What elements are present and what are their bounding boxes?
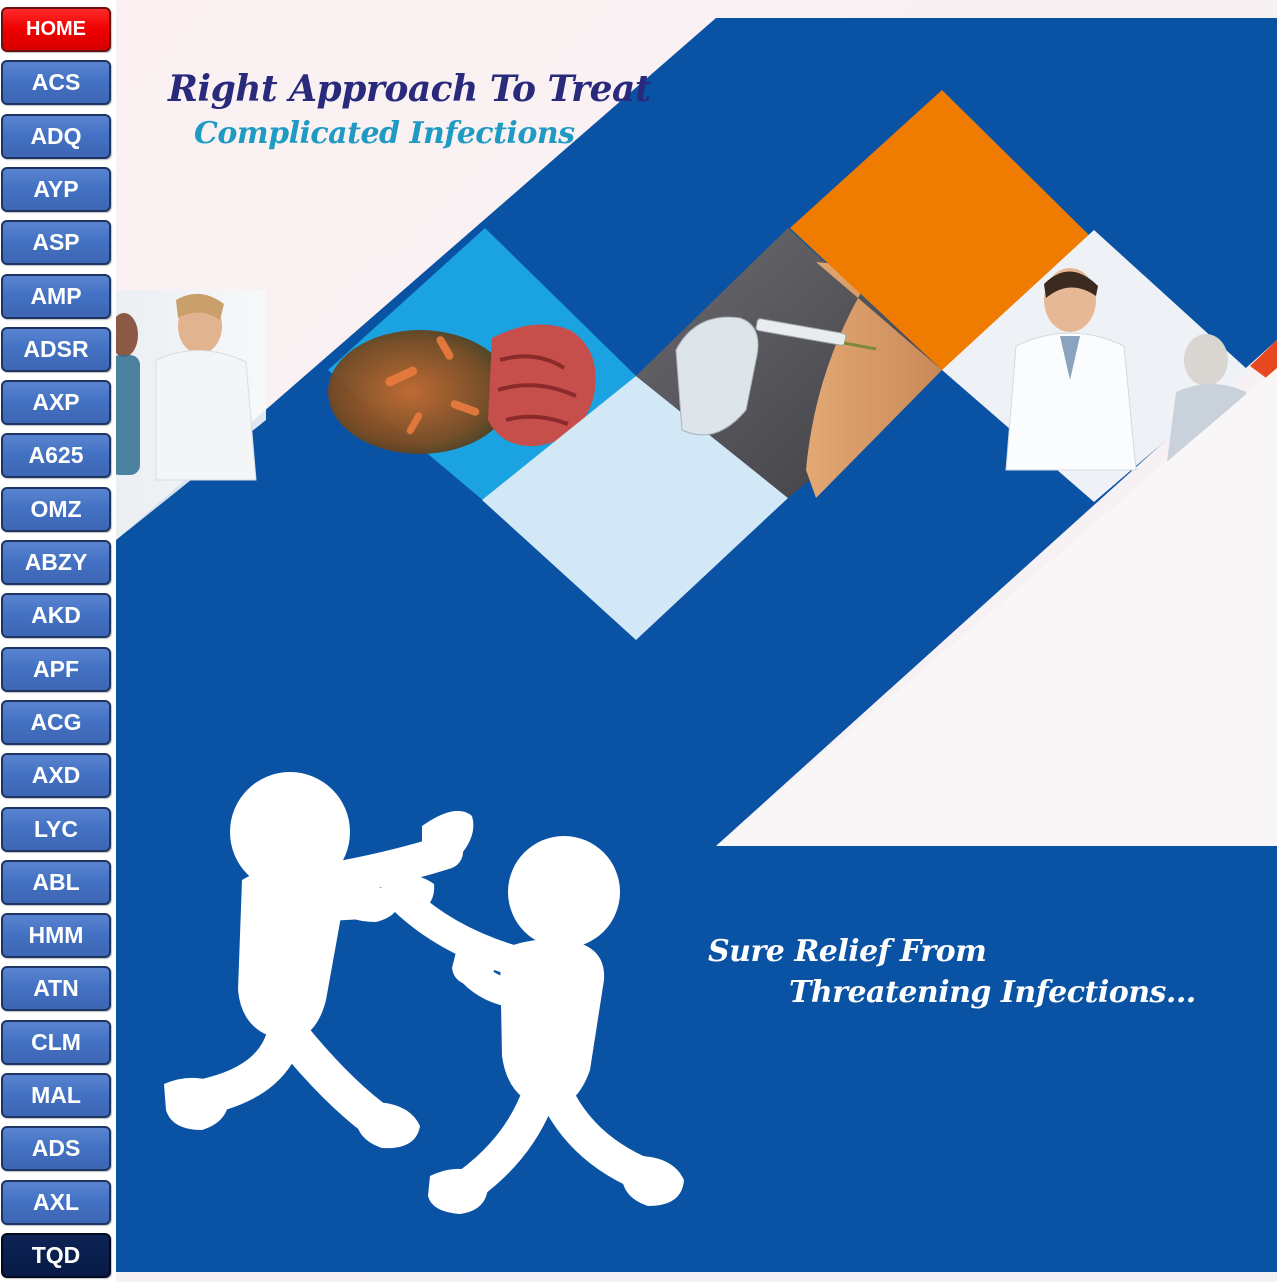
nav-button-axl[interactable]: AXL <box>1 1180 111 1225</box>
nav-button-ayp[interactable]: AYP <box>1 167 111 212</box>
sidebar-nav: HOME ACS ADQ AYP ASP AMP ADSR AXP A625 OMZ ABZY AKD… <box>0 0 116 1282</box>
banner-tagline-line-2: Threatening Infections... <box>789 975 1196 1010</box>
nav-button-mal[interactable]: MAL <box>1 1073 111 1118</box>
nav-button-amp[interactable]: AMP <box>1 274 111 319</box>
nav-button-adq[interactable]: ADQ <box>1 114 111 159</box>
hero-banner: Right Approach To Treat Complicated Infe… <box>116 0 1277 1282</box>
nav-button-hmm[interactable]: HMM <box>1 913 111 958</box>
banner-title-line-1: Right Approach To Treat <box>168 68 652 110</box>
nav-button-abzy[interactable]: ABZY <box>1 540 111 585</box>
banner-title-line-2: Complicated Infections <box>194 116 575 151</box>
page: HOME ACS ADQ AYP ASP AMP ADSR AXP A625 OMZ ABZY AKD… <box>0 0 1277 1282</box>
nav-button-abl[interactable]: ABL <box>1 860 111 905</box>
nav-button-tqd[interactable]: TQD <box>1 1233 111 1278</box>
nav-button-acg[interactable]: ACG <box>1 700 111 745</box>
nav-button-ads[interactable]: ADS <box>1 1126 111 1171</box>
nav-button-clm[interactable]: CLM <box>1 1020 111 1065</box>
nav-button-adsr[interactable]: ADSR <box>1 327 111 372</box>
nav-button-axd[interactable]: AXD <box>1 753 111 798</box>
nav-button-acs[interactable]: ACS <box>1 60 111 105</box>
nav-button-axp[interactable]: AXP <box>1 380 111 425</box>
banner-artwork <box>116 0 1277 1282</box>
nav-button-akd[interactable]: AKD <box>1 593 111 638</box>
nav-button-lyc[interactable]: LYC <box>1 807 111 852</box>
nav-button-atn[interactable]: ATN <box>1 966 111 1011</box>
nav-button-a625[interactable]: A625 <box>1 433 111 478</box>
nav-button-home[interactable]: HOME <box>1 7 111 52</box>
nav-button-asp[interactable]: ASP <box>1 220 111 265</box>
nav-button-apf[interactable]: APF <box>1 647 111 692</box>
nav-button-omz[interactable]: OMZ <box>1 487 111 532</box>
banner-tagline-line-1: Sure Relief From <box>708 934 987 969</box>
